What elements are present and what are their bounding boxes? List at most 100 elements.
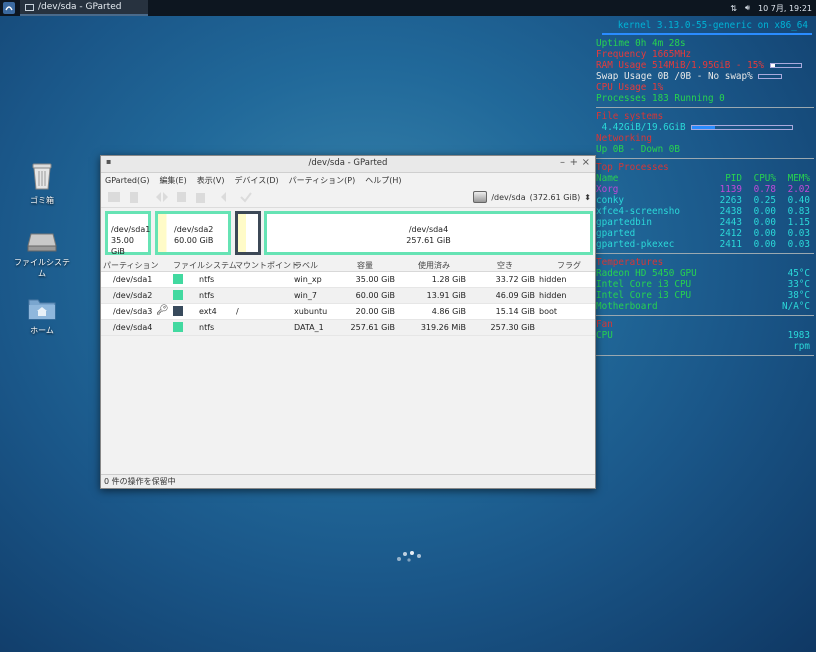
- conky-top-row: gparted-pkexec 2411 0.00 0.03: [596, 239, 810, 250]
- conky-monitor: kernel 3.13.0-55-generic on x86_64 Uptim…: [596, 18, 814, 359]
- divider: [602, 33, 812, 35]
- divider: [596, 253, 814, 254]
- divider: [596, 315, 814, 316]
- divider: [596, 107, 814, 108]
- fs-color-swatch: [173, 290, 183, 300]
- table-row[interactable]: /dev/sda3 🔑︎ ext4 / xubuntu 20.00 GiB 4.…: [101, 304, 595, 320]
- partition-block-sda2[interactable]: /dev/sda2 60.00 GiB: [155, 211, 231, 255]
- status-bar: 0 件の操作を保留中: [101, 474, 595, 488]
- new-partition-icon[interactable]: [107, 190, 121, 204]
- close-icon[interactable]: ×: [582, 157, 590, 168]
- col-filesystem[interactable]: ファイルシステム: [173, 260, 237, 271]
- partition-table-header: パーティション ファイルシステム マウントポイント ラベル 容量 使用済み 空き…: [101, 259, 595, 272]
- gparted-window: ▪ /dev/sda - GParted – + × GParted(G) 編集…: [100, 155, 596, 489]
- conky-top-row: conky 2263 0.25 0.40: [596, 195, 810, 206]
- menu-edit[interactable]: 編集(E): [159, 175, 186, 186]
- copy-icon[interactable]: [175, 190, 189, 204]
- paste-icon[interactable]: [193, 190, 207, 204]
- conky-fs-title: File systems: [596, 111, 664, 122]
- window-titlebar[interactable]: ▪ /dev/sda - GParted – + ×: [101, 156, 595, 173]
- divider: [596, 355, 814, 356]
- col-used[interactable]: 使用済み: [418, 260, 450, 271]
- desktop-icon-label: ゴミ箱: [30, 196, 54, 205]
- conky-top-row: xfce4-screensho 2438 0.00 0.83: [596, 206, 810, 217]
- partition-block-sda1[interactable]: /dev/sda1 35.00 GiB: [105, 211, 151, 256]
- conky-top-row: Xorg 1139 0.78 2.02: [596, 184, 810, 195]
- conky-swap: Swap Usage 0B /0B - No swap%: [596, 71, 753, 82]
- toolbar: /dev/sda (372.61 GiB) ⬍: [101, 187, 595, 208]
- swap-bar: [758, 74, 783, 79]
- col-label[interactable]: ラベル: [294, 260, 318, 271]
- conky-top-row: gpartedbin 2443 0.00 1.15: [596, 217, 810, 228]
- minimize-icon[interactable]: –: [560, 157, 565, 168]
- col-partition[interactable]: パーティション: [103, 260, 159, 271]
- conky-ram: RAM Usage 514MiB/1.95GiB - 15%: [596, 60, 764, 71]
- col-size[interactable]: 容量: [357, 260, 373, 271]
- partition-table: /dev/sda1 ntfs win_xp 35.00 GiB 1.28 GiB…: [101, 272, 595, 336]
- conky-ram-row: RAM Usage 514MiB/1.95GiB - 15%: [596, 60, 814, 71]
- device-name: /dev/sda: [491, 192, 526, 202]
- window-icon: [25, 4, 34, 11]
- resize-move-icon[interactable]: [155, 190, 169, 204]
- device-selector[interactable]: /dev/sda (372.61 GiB) ⬍: [473, 189, 591, 205]
- col-flags[interactable]: フラグ: [557, 260, 581, 271]
- conky-processes: Processes 183 Running 0: [596, 93, 725, 104]
- conky-temp-title: Temperatures: [596, 257, 664, 268]
- taskbar-window-label: /dev/sda - GParted: [38, 2, 122, 12]
- conky-temp-row: Intel Core i3 CPU 33°C: [596, 279, 810, 290]
- menu-gparted[interactable]: GParted(G): [105, 176, 149, 185]
- conky-net: Up 0B - Down 0B: [596, 144, 680, 155]
- harddisk-icon: [473, 191, 488, 203]
- partition-block-sda4[interactable]: /dev/sda4 257.61 GiB: [264, 211, 593, 255]
- col-free[interactable]: 空き: [497, 260, 513, 271]
- conky-kernel: kernel 3.13.0-55-generic on x86_64: [617, 20, 808, 31]
- delete-partition-icon[interactable]: [127, 190, 141, 204]
- desktop-icon-filesystem[interactable]: ファイルシステム: [12, 230, 72, 279]
- xfce-menu-icon[interactable]: [3, 2, 15, 14]
- fs-color-swatch: [173, 306, 183, 316]
- fs-color-swatch: [173, 322, 183, 332]
- menu-partition[interactable]: パーティション(P): [289, 175, 356, 186]
- volume-icon[interactable]: 🔊︎: [745, 3, 750, 13]
- ram-bar: [769, 63, 802, 68]
- undo-icon[interactable]: [219, 190, 233, 204]
- menubar: GParted(G) 編集(E) 表示(V) デバイス(D) パーティション(P…: [101, 173, 595, 187]
- conky-uptime: Uptime 0h 4m 28s: [596, 38, 686, 49]
- chevron-updown-icon: ⬍: [584, 192, 591, 202]
- conky-fs-row: 4.42GiB/19.6GiB: [596, 122, 814, 133]
- menu-device[interactable]: デバイス(D): [234, 175, 278, 186]
- menu-help[interactable]: ヘルプ(H): [365, 175, 401, 186]
- conky-top-header: Name PID CPU% MEM%: [596, 173, 810, 184]
- desktop-icon-label: ホーム: [30, 326, 54, 335]
- divider: [596, 158, 814, 159]
- conky-temp-row: Intel Core i3 CPU 38°C: [596, 290, 810, 301]
- home-folder-icon: [28, 299, 56, 320]
- harddisk-icon: [27, 233, 57, 252]
- table-row[interactable]: /dev/sda1 ntfs win_xp 35.00 GiB 1.28 GiB…: [101, 272, 595, 288]
- trash-icon: [32, 163, 52, 190]
- fs-color-swatch: [173, 274, 183, 284]
- desktop-icon-trash[interactable]: ゴミ箱: [12, 162, 72, 206]
- table-row[interactable]: /dev/sda4 ntfs DATA_1 257.61 GiB 319.26 …: [101, 320, 595, 336]
- menu-view[interactable]: 表示(V): [197, 175, 225, 186]
- conky-temp-row: Radeon HD 5450 GPU 45°C: [596, 268, 810, 279]
- key-lock-icon: 🔑︎: [156, 305, 169, 316]
- window-title: /dev/sda - GParted: [308, 158, 388, 168]
- col-mountpoint[interactable]: マウントポイント: [235, 260, 299, 271]
- partition-map: /dev/sda1 35.00 GiB /dev/sda2 60.00 GiB /d…: [104, 211, 593, 257]
- network-icon[interactable]: ⇅: [730, 4, 737, 13]
- clock[interactable]: 10 7月, 19:21: [758, 3, 812, 14]
- conky-temp-row: Motherboard N/A°C: [596, 301, 810, 312]
- partition-block-sda3[interactable]: [235, 211, 261, 255]
- table-row[interactable]: /dev/sda2 ntfs win_7 60.00 GiB 13.91 GiB…: [101, 288, 595, 304]
- conky-top-row: gparted 2412 0.00 0.03: [596, 228, 810, 239]
- maximize-icon[interactable]: +: [570, 157, 578, 168]
- conky-fan-row: CPU 1983 rpm: [596, 330, 810, 352]
- conky-swap-row: Swap Usage 0B /0B - No swap%: [596, 71, 814, 82]
- desktop-icon-home[interactable]: ホーム: [12, 296, 72, 336]
- conky-frequency: Frequency 1665MHz: [596, 49, 692, 60]
- device-size: (372.61 GiB): [529, 192, 581, 202]
- apply-icon[interactable]: [239, 190, 253, 204]
- fs-bar: [691, 125, 794, 130]
- taskbar-window-button[interactable]: /dev/sda - GParted: [20, 0, 148, 16]
